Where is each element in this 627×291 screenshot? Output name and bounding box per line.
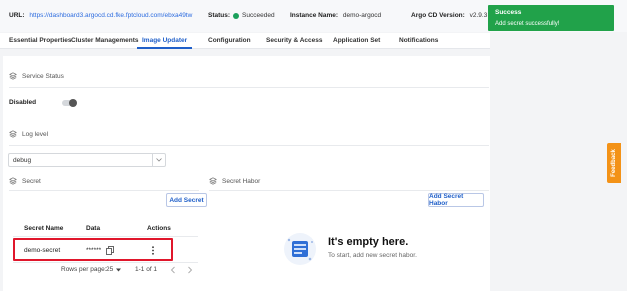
- toast-message: Add secret successfully!: [495, 21, 560, 27]
- divider: [13, 262, 198, 263]
- version-value: v2.9.3: [469, 12, 488, 19]
- more-vertical-icon[interactable]: [151, 246, 155, 255]
- url-label: URL:: [9, 12, 25, 19]
- secret-habor-title: Secret Habor: [222, 177, 261, 185]
- secret-header: Secret: [9, 177, 41, 185]
- column-header-secret-name: Secret Name: [24, 225, 64, 232]
- service-status-title: Service Status: [22, 72, 64, 80]
- service-status-toggle[interactable]: [62, 99, 77, 107]
- tab-configuration[interactable]: Configuration: [208, 33, 251, 49]
- feedback-button[interactable]: Feedback: [607, 143, 621, 183]
- status-dot-icon: [233, 12, 240, 19]
- empty-state-title: It's empty here.: [328, 236, 409, 248]
- empty-box-icon: [284, 233, 316, 265]
- layers-icon: [9, 72, 17, 80]
- copy-icon[interactable]: [106, 246, 114, 255]
- tab-notifications[interactable]: Notifications: [399, 33, 438, 49]
- pagination-range-text: 1-1 of 1: [135, 266, 158, 273]
- secret-habor-header: Secret Habor: [209, 177, 260, 185]
- tab-essential-properties[interactable]: Essential Properties: [9, 33, 72, 49]
- caret-down-icon: [116, 268, 122, 271]
- divider: [9, 87, 489, 88]
- status-label: Status:: [208, 12, 231, 19]
- url-info: URL: https://dashboard3.argocd.cd.fke.fp…: [9, 12, 192, 19]
- tab-application-set[interactable]: Application Set: [333, 33, 380, 49]
- rows-per-page-select[interactable]: 25: [106, 266, 122, 273]
- secret-name-cell: demo-secret: [24, 247, 61, 254]
- layers-icon: [9, 130, 17, 138]
- divider: [9, 190, 199, 191]
- divider: [9, 145, 489, 146]
- log-level-title: Log level: [22, 130, 49, 138]
- divider: [13, 236, 198, 237]
- log-level-header: Log level: [9, 130, 48, 138]
- status-value: Succeeded: [242, 12, 275, 19]
- tab-cluster-managements[interactable]: Cluster Managements: [71, 33, 139, 49]
- url-link[interactable]: https://dashboard3.argocd.cd.fke.fptclou…: [29, 12, 192, 19]
- layers-icon: [209, 177, 217, 185]
- chevron-left-icon[interactable]: [170, 266, 176, 274]
- add-secret-habor-button[interactable]: Add Secret Habor: [428, 193, 484, 207]
- tab-bar: Essential Properties Cluster Managements…: [0, 33, 490, 49]
- add-secret-button[interactable]: Add Secret: [166, 193, 207, 207]
- column-header-actions: Actions: [147, 225, 171, 232]
- instance-label: Instance Name:: [290, 12, 339, 19]
- secret-title: Secret: [22, 177, 41, 185]
- rows-per-page-value: 25: [106, 266, 114, 273]
- version-label: Argo CD Version:: [411, 12, 465, 19]
- pagination: Rows per page:: [61, 266, 107, 273]
- tab-image-updater[interactable]: Image Updater: [137, 33, 193, 49]
- service-toggle-row: Disabled: [9, 99, 36, 106]
- instance-info: Instance Name: demo-argocd: [290, 12, 381, 19]
- log-level-value: debug: [13, 157, 32, 164]
- log-level-select[interactable]: debug: [8, 153, 166, 167]
- pagination-range: 1-1 of 1: [135, 266, 157, 273]
- secret-data-cell: ******: [86, 247, 102, 254]
- service-toggle-label: Disabled: [9, 99, 37, 106]
- chevron-right-icon[interactable]: [187, 266, 193, 274]
- divider: [209, 190, 489, 191]
- instance-value: demo-argocd: [342, 12, 382, 19]
- feedback-label: Feedback: [611, 149, 617, 177]
- version-info: Argo CD Version: v2.9.3: [411, 12, 487, 19]
- success-toast: Success Add secret successfully!: [488, 5, 614, 31]
- layers-icon: [9, 177, 17, 185]
- tab-security-access[interactable]: Security & Access: [266, 33, 323, 49]
- rows-per-page-label: Rows per page:: [61, 266, 107, 273]
- chevron-down-icon: [152, 154, 165, 166]
- status-info: Status: Succeeded: [208, 12, 275, 19]
- empty-state-subtitle: To start, add new secret habor.: [328, 252, 417, 259]
- toast-title: Success: [495, 9, 522, 16]
- column-header-data: Data: [86, 225, 101, 232]
- service-status-header: Service Status: [9, 72, 64, 80]
